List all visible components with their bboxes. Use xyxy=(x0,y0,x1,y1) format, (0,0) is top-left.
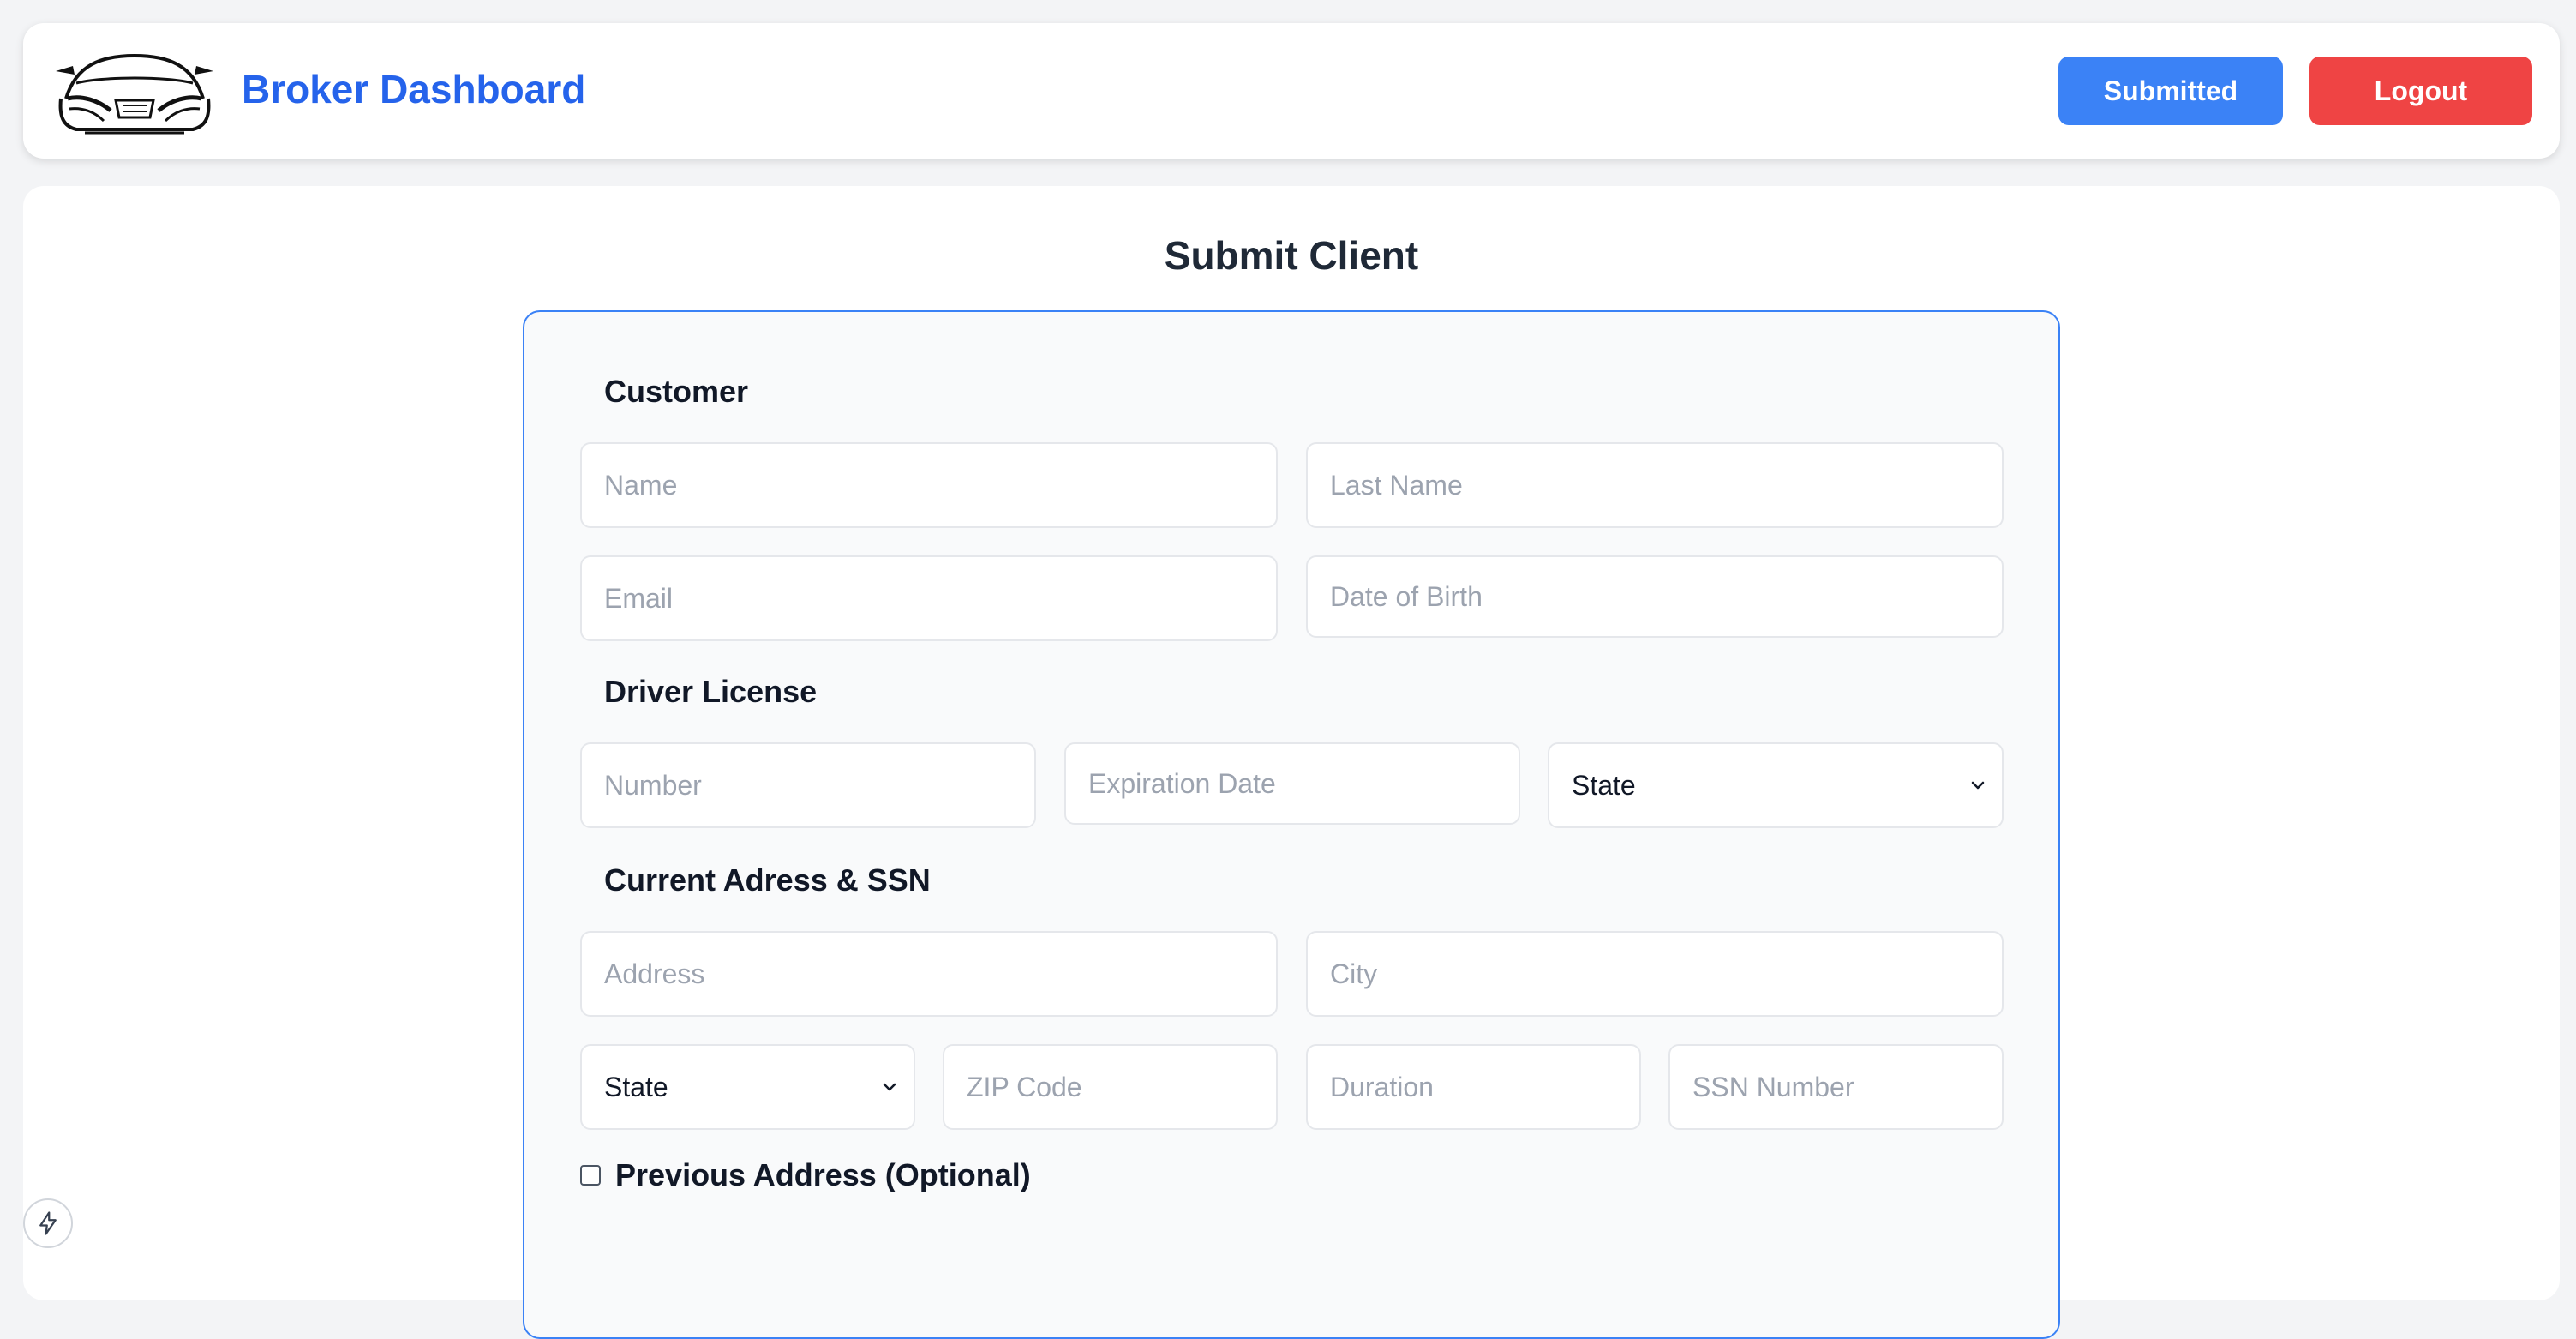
bolt-icon xyxy=(39,1211,57,1235)
previous-address-label: Previous Address (Optional) xyxy=(615,1157,1031,1192)
duration-input[interactable]: Duration xyxy=(1306,1044,1641,1130)
ssn-number-input[interactable]: SSN Number xyxy=(1668,1044,2004,1130)
logout-button[interactable]: Logout xyxy=(2309,57,2532,125)
chevron-down-icon xyxy=(883,1083,896,1091)
page-title: Submit Client xyxy=(1164,233,1419,278)
previous-address-checkbox[interactable] xyxy=(580,1165,601,1186)
address-state-select[interactable]: State xyxy=(580,1044,915,1130)
section-title-customer: Customer xyxy=(604,374,749,409)
email-placeholder: Email xyxy=(604,582,674,614)
name-placeholder: Name xyxy=(604,469,678,501)
bolt-badge[interactable] xyxy=(23,1198,73,1248)
main-panel: Submit Client Customer Name Last Name Em… xyxy=(23,186,2560,1339)
license-state-select[interactable]: State xyxy=(1548,742,2004,828)
zip-code-input[interactable]: ZIP Code xyxy=(943,1044,1278,1130)
submitted-button[interactable]: Submitted xyxy=(2058,57,2283,125)
date-of-birth-placeholder: Date of Birth xyxy=(1330,580,1483,612)
license-expiration-input[interactable]: Expiration Date xyxy=(1064,742,1520,825)
last-name-input[interactable]: Last Name xyxy=(1306,442,2004,528)
submit-client-form: Customer Name Last Name Email Date of Bi… xyxy=(523,310,2060,1339)
license-state-value: State xyxy=(1572,769,1636,801)
address-placeholder: Address xyxy=(604,958,705,989)
name-input[interactable]: Name xyxy=(580,442,1278,528)
email-input[interactable]: Email xyxy=(580,555,1278,641)
chevron-down-icon xyxy=(1971,781,1985,790)
date-of-birth-input[interactable]: Date of Birth xyxy=(1306,555,2004,638)
last-name-placeholder: Last Name xyxy=(1330,469,1463,501)
license-number-input[interactable]: Number xyxy=(580,742,1036,828)
car-logo-icon xyxy=(56,53,213,135)
ssn-number-placeholder: SSN Number xyxy=(1692,1071,1854,1102)
address-input[interactable]: Address xyxy=(580,931,1278,1017)
license-number-placeholder: Number xyxy=(604,769,702,801)
license-expiration-placeholder: Expiration Date xyxy=(1088,767,1276,799)
address-state-value: State xyxy=(604,1071,668,1102)
duration-placeholder: Duration xyxy=(1330,1071,1434,1102)
previous-address-toggle[interactable]: Previous Address (Optional) xyxy=(580,1157,1031,1193)
app-title: Broker Dashboard xyxy=(242,67,586,111)
zip-code-placeholder: ZIP Code xyxy=(967,1071,1082,1102)
city-input[interactable]: City xyxy=(1306,931,2004,1017)
app-header: Broker Dashboard Submitted Logout xyxy=(23,23,2560,159)
city-placeholder: City xyxy=(1330,958,1378,989)
section-title-driver-license: Driver License xyxy=(604,674,818,709)
section-title-current-address: Current Adress & SSN xyxy=(604,862,931,898)
